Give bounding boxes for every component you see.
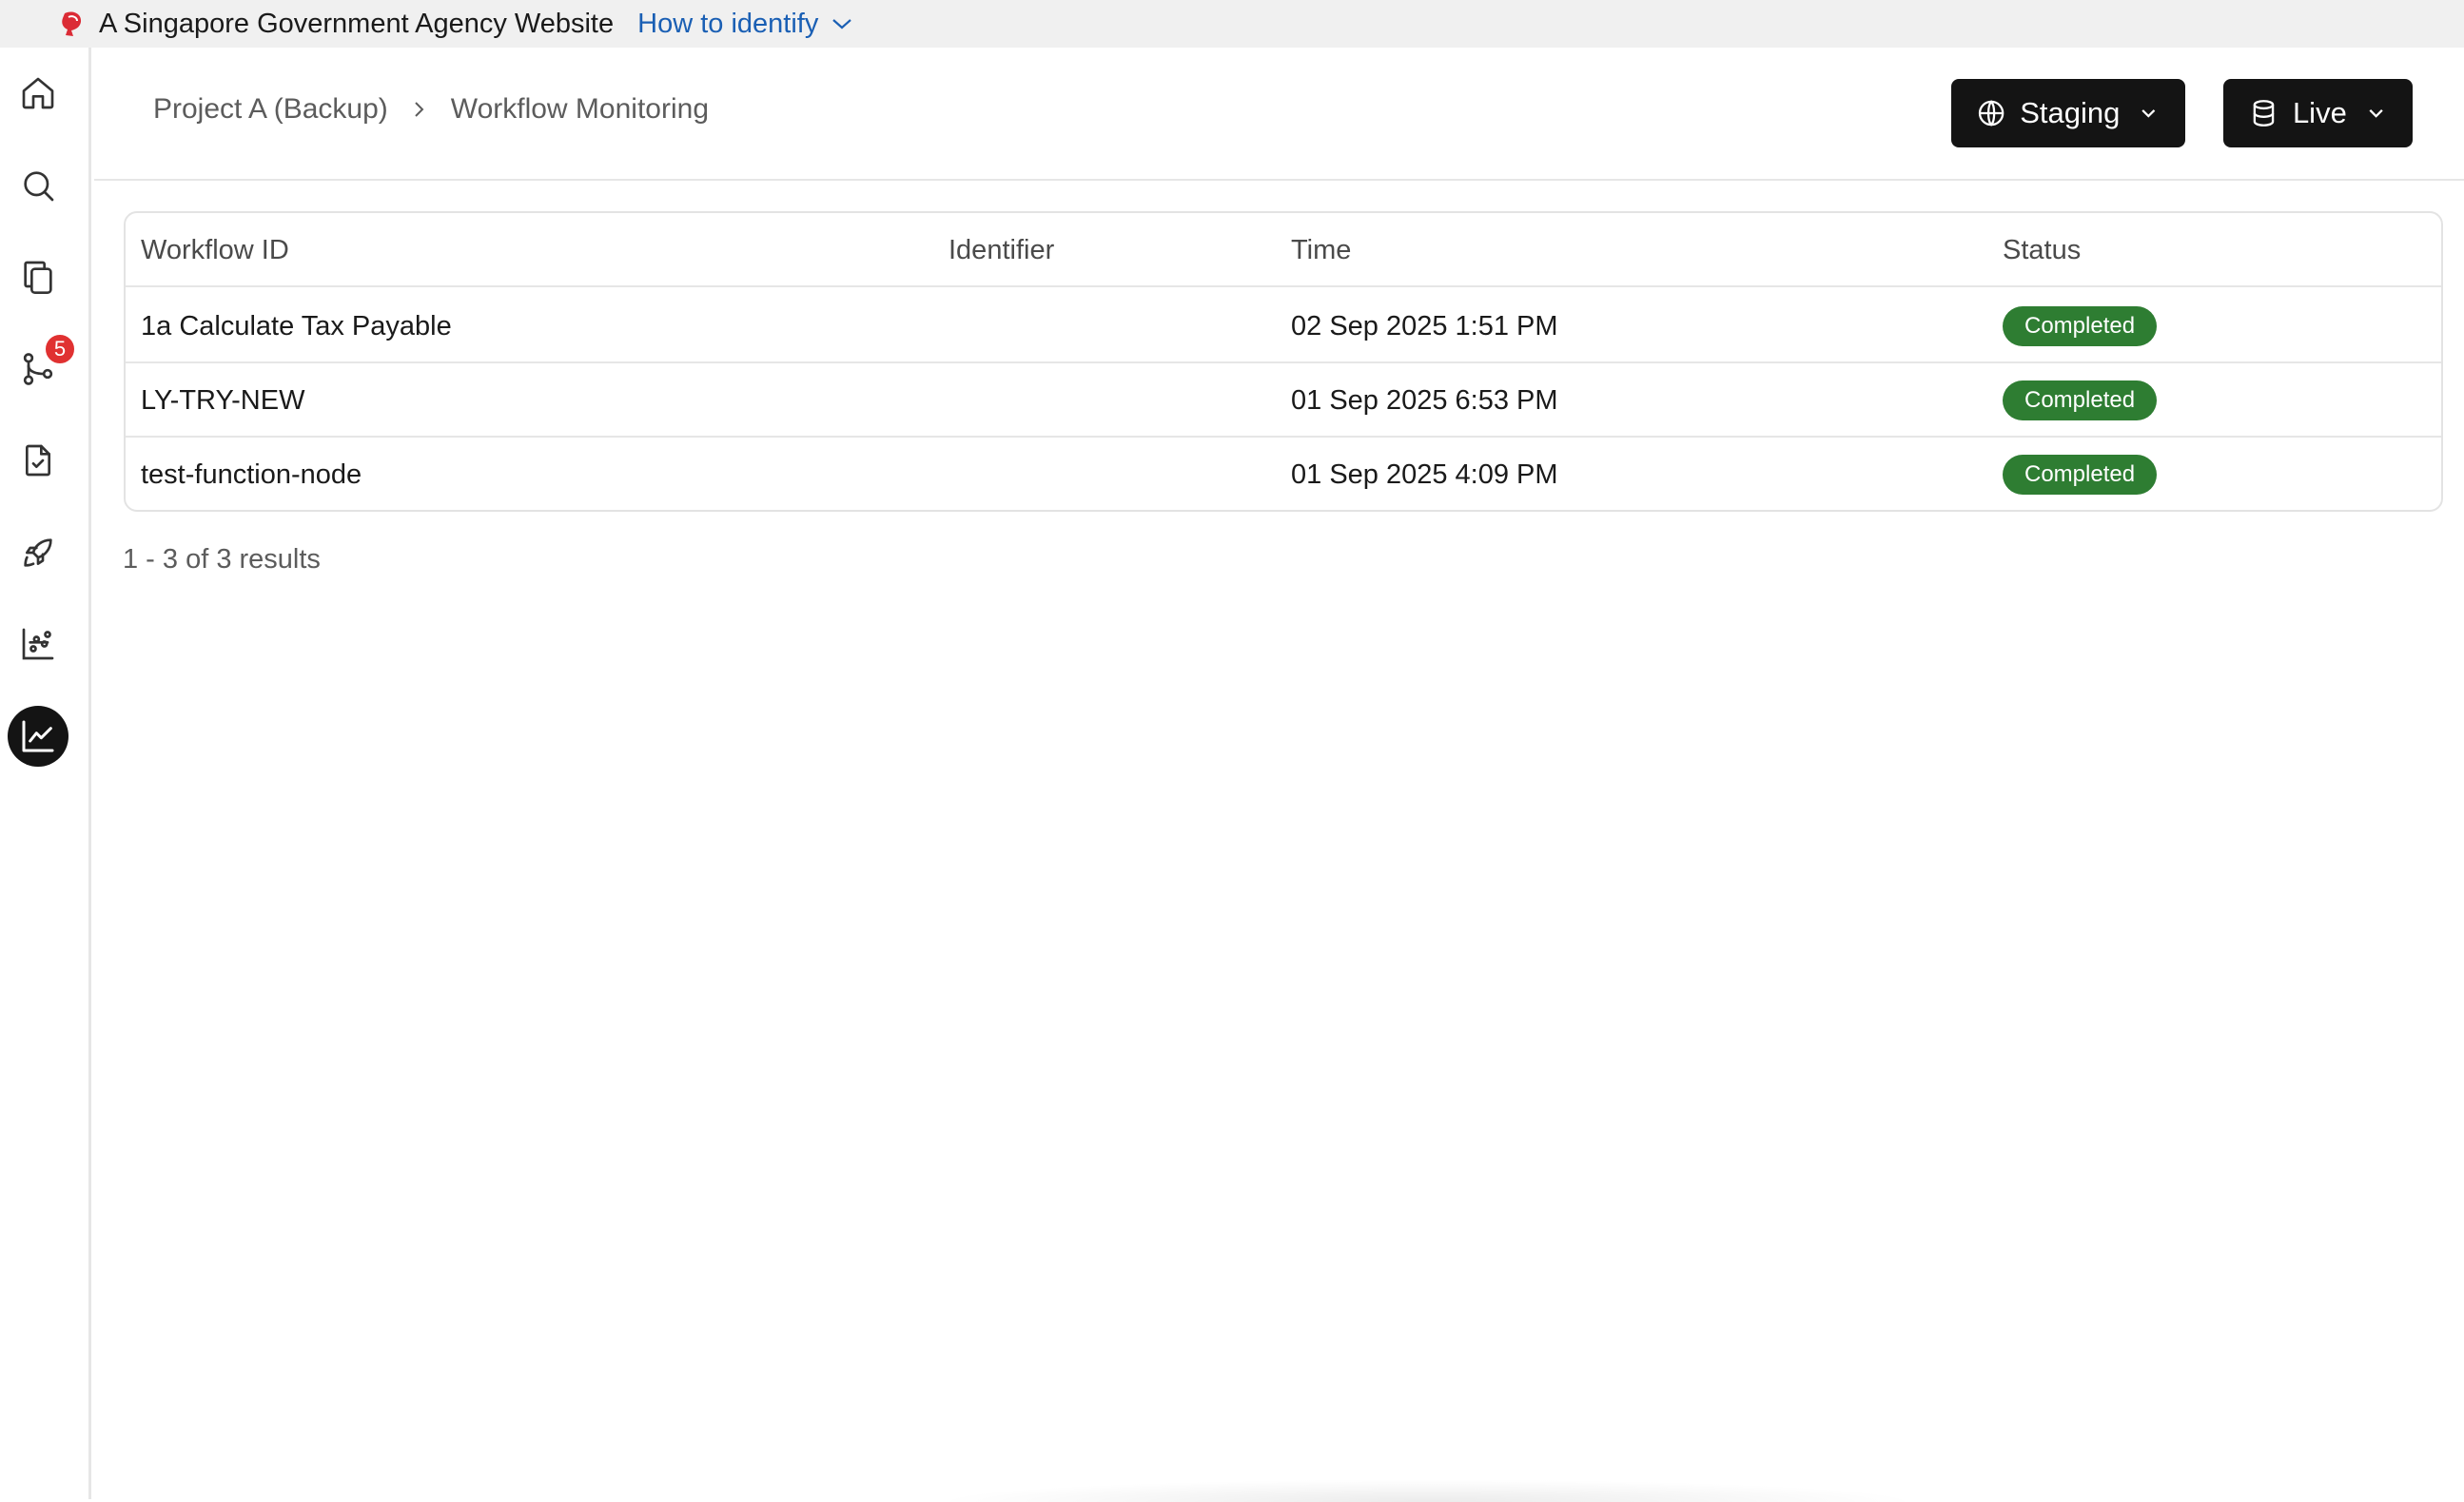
sidebar-item-deploy[interactable] xyxy=(8,522,68,583)
column-header-identifier: Identifier xyxy=(948,234,1055,265)
table-row[interactable]: 1a Calculate Tax Payable 02 Sep 2025 1:5… xyxy=(126,289,2441,363)
workflow-id-cell[interactable]: 1a Calculate Tax Payable xyxy=(141,289,452,363)
breadcrumb-project[interactable]: Project A (Backup) xyxy=(153,93,388,126)
sidebar-item-analytics[interactable] xyxy=(8,614,68,674)
staging-env-button[interactable]: Staging xyxy=(1951,79,2185,147)
results-count: 1 - 3 of 3 results xyxy=(123,544,321,575)
sidebar-item-branches[interactable]: 5 xyxy=(8,333,76,400)
masthead-text: A Singapore Government Agency Website xyxy=(99,8,615,39)
time-cell: 01 Sep 2025 4:09 PM xyxy=(1291,458,1558,490)
column-header-time: Time xyxy=(1291,234,1352,265)
workflow-table: Workflow ID Identifier Time Status 1a Ca… xyxy=(124,211,2443,512)
live-label: Live xyxy=(2292,96,2347,129)
live-env-button[interactable]: Live xyxy=(2223,79,2413,147)
chevron-down-icon xyxy=(2369,109,2383,118)
notification-badge: 5 xyxy=(44,333,76,365)
home-icon xyxy=(22,77,54,109)
status-badge: Completed xyxy=(2003,306,2158,346)
rocket-icon xyxy=(24,538,52,567)
lion-head-icon xyxy=(62,11,82,36)
status-badge: Completed xyxy=(2003,380,2158,420)
status-cell: Completed xyxy=(2003,289,2158,363)
table-row[interactable]: LY-TRY-NEW 01 Sep 2025 6:53 PM Completed xyxy=(126,363,2441,438)
status-badge: Completed xyxy=(2003,455,2158,495)
time-cell: 02 Sep 2025 1:51 PM xyxy=(1291,310,1558,341)
sidebar-nav: 5 xyxy=(0,48,91,1499)
copy-icon xyxy=(24,261,52,294)
how-to-identify-link[interactable]: How to identify xyxy=(637,9,852,40)
column-header-workflow-id: Workflow ID xyxy=(141,234,289,265)
workflow-id-cell[interactable]: test-function-node xyxy=(141,438,362,510)
page-header: Project A (Backup) Workflow Monitoring S… xyxy=(94,48,2464,181)
workflow-id-cell[interactable]: LY-TRY-NEW xyxy=(141,363,304,438)
table-header-row: Workflow ID Identifier Time Status xyxy=(126,213,2441,287)
table-row[interactable]: test-function-node 01 Sep 2025 4:09 PM C… xyxy=(126,438,2441,510)
breadcrumb: Project A (Backup) Workflow Monitoring xyxy=(153,93,709,126)
file-check-icon xyxy=(26,444,51,477)
sidebar-item-search[interactable] xyxy=(8,155,68,216)
sidebar-item-tests[interactable] xyxy=(8,430,68,491)
sidebar-item-monitoring[interactable] xyxy=(8,706,68,767)
gov-masthead: A Singapore Government Agency Website Ho… xyxy=(0,0,2464,48)
how-to-identify-label: How to identify xyxy=(637,8,819,39)
chevron-down-icon xyxy=(832,19,852,29)
sidebar-item-home[interactable] xyxy=(8,63,68,124)
status-cell: Completed xyxy=(2003,363,2158,438)
search-icon xyxy=(24,171,54,202)
time-cell: 01 Sep 2025 6:53 PM xyxy=(1291,384,1558,416)
column-header-status: Status xyxy=(2003,234,2082,265)
status-cell: Completed xyxy=(2003,438,2158,510)
line-chart-icon xyxy=(22,720,54,752)
chevron-right-icon xyxy=(415,102,424,117)
breadcrumb-current: Workflow Monitoring xyxy=(450,93,709,125)
staging-label: Staging xyxy=(2020,96,2121,129)
chevron-down-icon xyxy=(2141,109,2156,118)
scatter-chart-icon xyxy=(22,628,54,660)
bottom-shadow xyxy=(932,1479,1922,1502)
database-icon xyxy=(2253,100,2275,127)
sidebar-item-copy[interactable] xyxy=(8,246,68,307)
globe-icon xyxy=(1978,100,2004,127)
